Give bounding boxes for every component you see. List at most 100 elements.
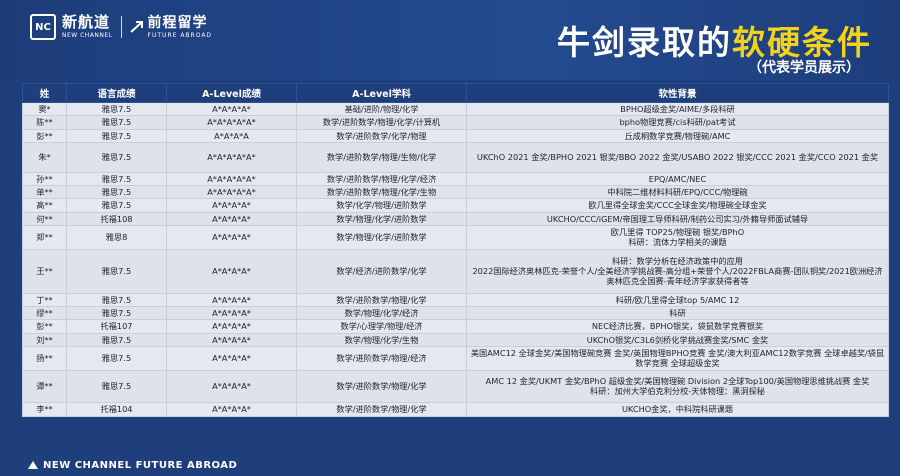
cell-language: 托福107: [66, 319, 167, 334]
col-header-language: 语言成绩: [66, 83, 167, 103]
cell-language: 雅思7.5: [66, 248, 167, 294]
cell-language: 雅思7.5: [66, 128, 167, 143]
footer: NEW CHANNEL FUTURE ABROAD: [28, 460, 237, 471]
cell-alevel-grade: A*A*A*A*: [166, 319, 297, 334]
cell-alevel-subjects: 数学/进阶数学/物理/化学/经济: [296, 171, 467, 187]
table-row: 陈** 雅思7.5 A*A*A*A*A* 数学/进阶数学/物理/化学/计算机 bpho物…: [22, 115, 889, 130]
cell-alevel-grade: A*A*A*A*: [166, 248, 297, 294]
cell-background: UKChO 2021 金奖/BPHO 2021 银奖/BBO 2022 金奖/U…: [466, 141, 889, 173]
cell-language: 雅思7.5: [66, 292, 167, 308]
cell-alevel-grade: A*A*A*A*A*: [166, 171, 297, 187]
triangle-icon: [28, 461, 38, 469]
cell-language: 雅思7.5: [66, 101, 167, 117]
table-row: 缪** 雅思7.5 A*A*A*A* 数学/物理/化学/经济 科研: [22, 305, 889, 321]
cell-language: 雅思7.5: [66, 198, 167, 213]
cell-alevel-subjects: 数学/物理/化学/生物: [296, 332, 467, 347]
cell-name: 何**: [22, 211, 67, 226]
cell-alevel-subjects: 数学/进阶数学/化学/物理: [296, 128, 467, 143]
cell-alevel-subjects: 数学/进阶数学/物理/生物/化学: [296, 141, 467, 173]
cell-alevel-subjects: 数学/化学/物理/进阶数学: [296, 198, 467, 213]
cell-language: 雅思7.5: [66, 369, 167, 403]
header-bar: NC 新航道 NEW CHANNEL 前程留学 FUTURE ABROAD 牛剑…: [0, 0, 900, 80]
cell-alevel-grade: A*A*A*A*: [166, 401, 297, 417]
cell-language: 雅思7.5: [66, 171, 167, 187]
cell-name: 单**: [22, 184, 67, 200]
new-channel-en: NEW CHANNEL: [62, 32, 113, 39]
cell-name: 王**: [22, 248, 67, 294]
cell-name: 郑**: [22, 224, 67, 250]
cell-language: 雅思7.5: [66, 332, 167, 347]
cell-language: 雅思7.5: [66, 184, 167, 200]
cell-name: 彭**: [22, 319, 67, 334]
future-abroad-cn: 前程留学: [147, 14, 208, 31]
table-row: 丁** 雅思7.5 A*A*A*A* 数学/进阶数学/物理/化学 科研/欧几里得全球to…: [22, 292, 889, 308]
table-row: 谭** 雅思7.5 A*A*A*A* 数学/进阶数学/物理/化学 AMC 12 金奖/U…: [22, 369, 889, 403]
table-row: 扬** 雅思7.5 A*A*A*A* 数学/进阶数学/物理/经济 美国AMC12 全球金…: [22, 345, 889, 371]
title-main: 牛剑录取的: [557, 23, 732, 62]
table-body: 窦* 雅思7.5 A*A*A*A* 基础/进阶/物理/化学 BPHO超级金奖/AIME/…: [22, 101, 889, 417]
cell-background: 科研: [466, 305, 889, 321]
brand-logo[interactable]: NC 新航道 NEW CHANNEL 前程留学 FUTURE ABROAD: [30, 14, 212, 40]
cell-alevel-subjects: 基础/进阶/物理/化学: [296, 101, 467, 117]
cell-name: 丁**: [22, 292, 67, 308]
cell-alevel-grade: A*A*A*A*: [166, 292, 297, 308]
table-row: 彭** 托福107 A*A*A*A* 数学/心理学/物理/经济 NEC经济比赛，BPHO…: [22, 319, 889, 334]
cell-language: 托福104: [66, 401, 167, 417]
cell-alevel-subjects: 数学/进阶数学/物理/化学: [296, 292, 467, 308]
cell-alevel-grade: A*A*A*A*: [166, 345, 297, 371]
cell-alevel-grade: A*A*A*A: [166, 128, 297, 143]
cell-background: 欧几里得 TOP25/物理碗 银奖/BPhO 科研：流体力学相关的课题: [466, 224, 889, 250]
col-header-name: 姓: [22, 83, 67, 103]
admissions-table: 姓 语言成绩 A-Level成绩 A-Level学科 软性背景 窦* 雅思7.5 A…: [22, 83, 889, 417]
cell-alevel-grade: A*A*A*A*: [166, 101, 297, 117]
col-header-alevel-grade: A-Level成绩: [166, 83, 297, 103]
cell-alevel-grade: A*A*A*A*A*: [166, 184, 297, 200]
cell-name: 朱*: [22, 141, 67, 173]
cell-alevel-subjects: 数学/进阶数学/物理/化学: [296, 401, 467, 417]
cell-alevel-subjects: 数学/进阶数学/物理/化学/生物: [296, 184, 467, 200]
footer-text: NEW CHANNEL FUTURE ABROAD: [43, 460, 238, 471]
cell-background: 科研/欧几里得全球top 5/AMC 12: [466, 292, 889, 308]
cell-alevel-subjects: 数学/物理/化学/经济: [296, 305, 467, 321]
cell-name: 孙**: [22, 171, 67, 187]
cell-language: 雅思7.5: [66, 345, 167, 371]
cell-alevel-subjects: 数学/进阶数学/物理/化学/计算机: [296, 115, 467, 130]
cell-alevel-grade: A*A*A*A*: [166, 211, 297, 226]
cell-alevel-subjects: 数学/进阶数学/物理/经济: [296, 345, 467, 371]
cell-alevel-subjects: 数学/进阶数学/物理/化学: [296, 369, 467, 403]
cell-language: 雅思7.5: [66, 115, 167, 130]
cell-name: 李**: [22, 401, 67, 417]
cell-name: 缪**: [22, 305, 67, 321]
future-abroad-brand: 前程留学 FUTURE ABROAD: [148, 16, 213, 39]
table-header-row: 姓 语言成绩 A-Level成绩 A-Level学科 软性背景: [22, 83, 889, 103]
cell-alevel-grade: A*A*A*A*A*: [166, 141, 297, 173]
cell-alevel-grade: A*A*A*A*: [166, 332, 297, 347]
table-row: 高** 雅思7.5 A*A*A*A* 数学/化学/物理/进阶数学 欧几里得全球金奖/CC…: [22, 198, 889, 213]
cell-name: 陈**: [22, 115, 67, 130]
cell-language: 雅思8: [66, 224, 167, 250]
new-channel-brand: 新航道 NEW CHANNEL: [62, 15, 113, 39]
table-row: 郑** 雅思8 A*A*A*A* 数学/物理/化学/进阶数学 欧几里得 TOP25/物理…: [22, 224, 889, 250]
table-row: 刘** 雅思7.5 A*A*A*A* 数学/物理/化学/生物 UKChO银奖/C3L6剑…: [22, 332, 889, 347]
col-header-background: 软性背景: [466, 83, 889, 103]
cell-background: UKChO银奖/C3L6剑桥化学挑战赛金奖/SMC 金奖: [466, 332, 889, 347]
nc-logo-icon: NC: [30, 14, 56, 40]
cell-name: 高**: [22, 198, 67, 213]
table-row: 朱* 雅思7.5 A*A*A*A*A* 数学/进阶数学/物理/生物/化学 UKChO 2…: [22, 141, 889, 173]
future-abroad-en: FUTURE ABROAD: [147, 31, 213, 39]
cell-language: 托福108: [66, 211, 167, 226]
table-row: 单** 雅思7.5 A*A*A*A*A* 数学/进阶数学/物理/化学/生物 中科院二维材…: [22, 184, 889, 200]
cell-background: 丘成桐数学竞赛/物理碗/AMC: [466, 128, 889, 143]
cell-background: UKCHO/CCC/iGEM/帝国理工导师科研/制药公司实习/外籍导师面试辅导: [466, 211, 889, 226]
cell-language: 雅思7.5: [66, 141, 167, 173]
cell-background: NEC经济比赛，BPHO银奖，袋鼠数学竞赛银奖: [466, 319, 889, 334]
table-row: 孙** 雅思7.5 A*A*A*A*A* 数学/进阶数学/物理/化学/经济 EPQ/AM…: [22, 171, 889, 187]
page-subtitle: （代表学员展示）: [748, 60, 860, 76]
cell-name: 刘**: [22, 332, 67, 347]
table-row: 彭** 雅思7.5 A*A*A*A 数学/进阶数学/化学/物理 丘成桐数学竞赛/物理碗/…: [22, 128, 889, 143]
cell-alevel-grade: A*A*A*A*: [166, 198, 297, 213]
cell-alevel-grade: A*A*A*A*: [166, 224, 297, 250]
cell-background: 中科院二维材料科研/EPQ/CCC/物理碗: [466, 184, 889, 200]
cell-alevel-subjects: 数学/经济/进阶数学/化学: [296, 248, 467, 294]
cell-background: BPHO超级金奖/AIME/多段科研: [466, 101, 889, 117]
